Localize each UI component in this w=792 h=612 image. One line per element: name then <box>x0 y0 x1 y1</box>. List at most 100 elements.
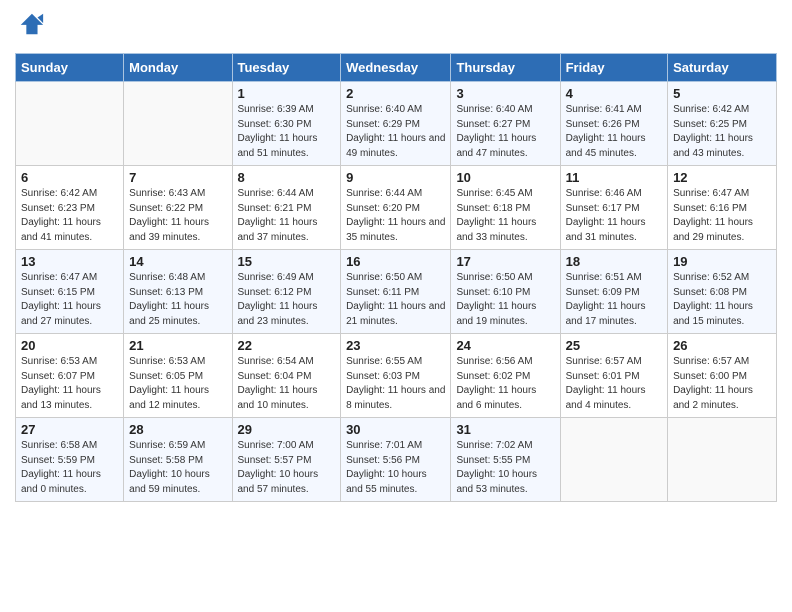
day-number: 16 <box>346 254 445 269</box>
day-number: 10 <box>456 170 554 185</box>
calendar-day-cell: 20 Sunrise: 6:53 AMSunset: 6:07 PMDayligh… <box>16 334 124 418</box>
calendar-week-row: 27Sunrise: 6:58 AMSunset: 5:59 PMDayligh… <box>16 418 777 502</box>
day-number: 13 <box>21 254 118 269</box>
day-detail: Sunrise: 6:47 AMSunset: 6:16 PMDaylight:… <box>673 187 771 245</box>
day-number: 14 <box>129 254 226 269</box>
calendar-day-cell: 22 Sunrise: 6:54 AMSunset: 6:04 PMDayligh… <box>232 334 341 418</box>
calendar-week-row: 6 Sunrise: 6:42 AMSunset: 6:23 PMDaylight… <box>16 166 777 250</box>
calendar-day-cell <box>668 418 777 502</box>
calendar-day-cell: 14 Sunrise: 6:48 AMSunset: 6:13 PMDayligh… <box>124 250 232 334</box>
day-number: 12 <box>673 170 771 185</box>
calendar-week-row: 1 Sunrise: 6:39 AMSunset: 6:30 PMDaylight… <box>16 82 777 166</box>
calendar-week-row: 20 Sunrise: 6:53 AMSunset: 6:07 PMDayligh… <box>16 334 777 418</box>
day-detail: Sunrise: 6:44 AMSunset: 6:21 PMDaylight:… <box>238 187 336 245</box>
day-number: 8 <box>238 170 336 185</box>
calendar-day-cell: 10 Sunrise: 6:45 AMSunset: 6:18 PMDayligh… <box>451 166 560 250</box>
day-detail: Sunrise: 6:50 AMSunset: 6:10 PMDaylight:… <box>456 271 554 329</box>
day-detail: Sunrise: 6:40 AMSunset: 6:27 PMDaylight:… <box>456 103 554 161</box>
day-number: 2 <box>346 86 445 101</box>
day-of-week-header: Monday <box>124 54 232 82</box>
day-of-week-header: Wednesday <box>341 54 451 82</box>
day-detail: Sunrise: 6:39 AMSunset: 6:30 PMDaylight:… <box>238 103 336 161</box>
day-detail: Sunrise: 6:53 AMSunset: 6:07 PMDaylight:… <box>21 355 118 413</box>
calendar-week-row: 13 Sunrise: 6:47 AMSunset: 6:15 PMDayligh… <box>16 250 777 334</box>
day-of-week-header: Tuesday <box>232 54 341 82</box>
calendar-header: SundayMondayTuesdayWednesdayThursdayFrid… <box>16 54 777 82</box>
day-detail: Sunrise: 6:53 AMSunset: 6:05 PMDaylight:… <box>129 355 226 413</box>
day-detail: Sunrise: 6:47 AMSunset: 6:15 PMDaylight:… <box>21 271 118 329</box>
day-number: 30 <box>346 422 445 437</box>
day-detail: Sunrise: 6:51 AMSunset: 6:09 PMDaylight:… <box>566 271 662 329</box>
header <box>15 10 777 43</box>
day-detail: Sunrise: 6:40 AMSunset: 6:29 PMDaylight:… <box>346 103 445 161</box>
logo-icon <box>17 10 45 38</box>
day-detail: Sunrise: 6:54 AMSunset: 6:04 PMDaylight:… <box>238 355 336 413</box>
calendar-day-cell <box>124 82 232 166</box>
day-number: 27 <box>21 422 118 437</box>
calendar-day-cell: 3 Sunrise: 6:40 AMSunset: 6:27 PMDaylight… <box>451 82 560 166</box>
day-number: 23 <box>346 338 445 353</box>
day-detail: Sunrise: 6:57 AMSunset: 6:01 PMDaylight:… <box>566 355 662 413</box>
day-number: 25 <box>566 338 662 353</box>
calendar-table: SundayMondayTuesdayWednesdayThursdayFrid… <box>15 53 777 502</box>
day-of-week-header: Thursday <box>451 54 560 82</box>
day-number: 3 <box>456 86 554 101</box>
day-detail: Sunrise: 6:55 AMSunset: 6:03 PMDaylight:… <box>346 355 445 413</box>
calendar-day-cell: 12 Sunrise: 6:47 AMSunset: 6:16 PMDayligh… <box>668 166 777 250</box>
calendar-day-cell: 5Sunrise: 6:42 AMSunset: 6:25 PMDaylight… <box>668 82 777 166</box>
calendar-day-cell: 4 Sunrise: 6:41 AMSunset: 6:26 PMDaylight… <box>560 82 667 166</box>
calendar-day-cell: 13 Sunrise: 6:47 AMSunset: 6:15 PMDayligh… <box>16 250 124 334</box>
day-number: 15 <box>238 254 336 269</box>
calendar-day-cell <box>560 418 667 502</box>
day-detail: Sunrise: 6:43 AMSunset: 6:22 PMDaylight:… <box>129 187 226 245</box>
calendar-day-cell: 23 Sunrise: 6:55 AMSunset: 6:03 PMDayligh… <box>341 334 451 418</box>
day-detail: Sunrise: 6:46 AMSunset: 6:17 PMDaylight:… <box>566 187 662 245</box>
day-number: 11 <box>566 170 662 185</box>
calendar-day-cell: 16 Sunrise: 6:50 AMSunset: 6:11 PMDayligh… <box>341 250 451 334</box>
calendar-day-cell: 21 Sunrise: 6:53 AMSunset: 6:05 PMDayligh… <box>124 334 232 418</box>
day-number: 6 <box>21 170 118 185</box>
day-number: 28 <box>129 422 226 437</box>
calendar-day-cell: 15Sunrise: 6:49 AMSunset: 6:12 PMDayligh… <box>232 250 341 334</box>
calendar-day-cell: 11 Sunrise: 6:46 AMSunset: 6:17 PMDayligh… <box>560 166 667 250</box>
calendar-day-cell <box>16 82 124 166</box>
day-number: 4 <box>566 86 662 101</box>
calendar-day-cell: 27Sunrise: 6:58 AMSunset: 5:59 PMDayligh… <box>16 418 124 502</box>
calendar-day-cell: 6 Sunrise: 6:42 AMSunset: 6:23 PMDaylight… <box>16 166 124 250</box>
calendar-day-cell: 25 Sunrise: 6:57 AMSunset: 6:01 PMDayligh… <box>560 334 667 418</box>
day-number: 26 <box>673 338 771 353</box>
day-detail: Sunrise: 6:41 AMSunset: 6:26 PMDaylight:… <box>566 103 662 161</box>
day-number: 20 <box>21 338 118 353</box>
day-number: 19 <box>673 254 771 269</box>
calendar-day-cell: 7Sunrise: 6:43 AMSunset: 6:22 PMDaylight… <box>124 166 232 250</box>
calendar-day-cell: 28 Sunrise: 6:59 AMSunset: 5:58 PMDayligh… <box>124 418 232 502</box>
day-detail: Sunrise: 6:45 AMSunset: 6:18 PMDaylight:… <box>456 187 554 245</box>
day-header-row: SundayMondayTuesdayWednesdayThursdayFrid… <box>16 54 777 82</box>
calendar-day-cell: 26 Sunrise: 6:57 AMSunset: 6:00 PMDayligh… <box>668 334 777 418</box>
day-detail: Sunrise: 7:01 AMSunset: 5:56 PMDaylight:… <box>346 439 445 497</box>
calendar-day-cell: 8 Sunrise: 6:44 AMSunset: 6:21 PMDaylight… <box>232 166 341 250</box>
calendar-day-cell: 9 Sunrise: 6:44 AMSunset: 6:20 PMDaylight… <box>341 166 451 250</box>
day-number: 21 <box>129 338 226 353</box>
day-of-week-header: Sunday <box>16 54 124 82</box>
day-detail: Sunrise: 6:50 AMSunset: 6:11 PMDaylight:… <box>346 271 445 329</box>
day-detail: Sunrise: 6:57 AMSunset: 6:00 PMDaylight:… <box>673 355 771 413</box>
page: SundayMondayTuesdayWednesdayThursdayFrid… <box>0 0 792 512</box>
day-number: 9 <box>346 170 445 185</box>
day-detail: Sunrise: 6:44 AMSunset: 6:20 PMDaylight:… <box>346 187 445 245</box>
day-detail: Sunrise: 6:48 AMSunset: 6:13 PMDaylight:… <box>129 271 226 329</box>
day-detail: Sunrise: 6:42 AMSunset: 6:23 PMDaylight:… <box>21 187 118 245</box>
calendar-day-cell: 2 Sunrise: 6:40 AMSunset: 6:29 PMDaylight… <box>341 82 451 166</box>
day-number: 1 <box>238 86 336 101</box>
day-detail: Sunrise: 6:59 AMSunset: 5:58 PMDaylight:… <box>129 439 226 497</box>
day-number: 18 <box>566 254 662 269</box>
calendar-day-cell: 18 Sunrise: 6:51 AMSunset: 6:09 PMDayligh… <box>560 250 667 334</box>
day-of-week-header: Friday <box>560 54 667 82</box>
calendar-day-cell: 30 Sunrise: 7:01 AMSunset: 5:56 PMDayligh… <box>341 418 451 502</box>
day-detail: Sunrise: 7:00 AMSunset: 5:57 PMDaylight:… <box>238 439 336 497</box>
logo <box>15 10 45 43</box>
day-detail: Sunrise: 7:02 AMSunset: 5:55 PMDaylight:… <box>456 439 554 497</box>
day-number: 22 <box>238 338 336 353</box>
day-of-week-header: Saturday <box>668 54 777 82</box>
calendar-day-cell: 29Sunrise: 7:00 AMSunset: 5:57 PMDayligh… <box>232 418 341 502</box>
